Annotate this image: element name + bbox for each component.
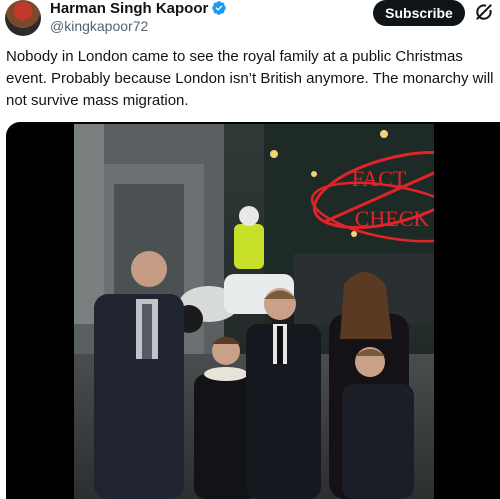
stamp-line-1: FACT xyxy=(352,166,407,191)
grok-icon[interactable] xyxy=(474,2,494,22)
verified-badge-icon xyxy=(212,1,227,15)
stamp-line-2: CHECK xyxy=(355,206,430,231)
author-name-text[interactable]: Harman Singh Kapoor xyxy=(50,0,208,17)
tweet-video[interactable]: FACT CHECK xyxy=(6,122,500,499)
tweet-text: Nobody in London came to see the royal f… xyxy=(6,48,494,109)
author-handle[interactable]: @kingkapoor72 xyxy=(50,18,148,34)
author-name[interactable]: Harman Singh Kapoor xyxy=(50,0,227,17)
subscribe-button[interactable]: Subscribe xyxy=(373,0,465,26)
tweet-header: Harman Singh Kapoor @kingkapoor72 Subscr… xyxy=(0,0,500,40)
avatar[interactable] xyxy=(5,0,41,36)
video-frame: FACT CHECK xyxy=(74,124,434,499)
